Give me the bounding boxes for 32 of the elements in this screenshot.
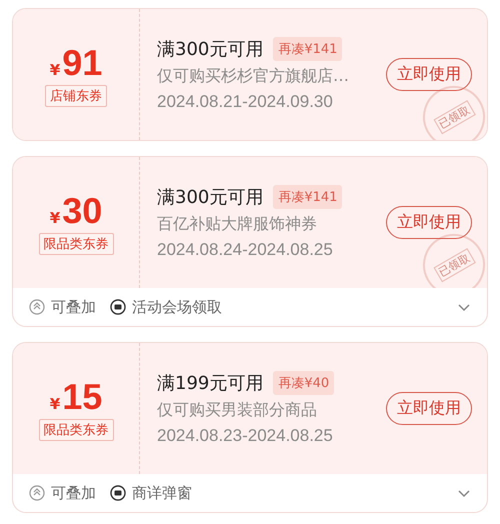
currency-symbol: ¥ bbox=[50, 394, 60, 412]
coupon-amount: 30 bbox=[62, 190, 102, 230]
footer-label: 活动会场领取 bbox=[132, 298, 222, 316]
currency-symbol: ¥ bbox=[50, 60, 60, 78]
ticket-icon bbox=[110, 299, 126, 315]
validity-period: 2024.08.23-2024.08.25 bbox=[157, 426, 334, 446]
use-now-button[interactable]: 立即使用 bbox=[386, 58, 472, 91]
coupon-amount: 15 bbox=[62, 376, 102, 416]
ticket-icon bbox=[110, 485, 126, 501]
coupon-description: 仅可购买男装部分商品 bbox=[157, 400, 318, 421]
coupon-description: 仅可购买杉杉官方旗舰店… bbox=[157, 66, 350, 87]
coupon-condition: 满199元可用 bbox=[157, 372, 264, 395]
validity-period: 2024.08.24-2024.08.25 bbox=[157, 240, 334, 260]
currency-symbol: ¥ bbox=[50, 208, 60, 226]
footer-label: 商详弹窗 bbox=[132, 484, 192, 502]
shortfall-tag: 再凑¥141 bbox=[273, 185, 342, 209]
validity-period: 2024.08.21-2024.09.30 bbox=[157, 92, 334, 112]
footer-label: 可叠加 bbox=[51, 484, 96, 502]
coupon-type-tag: 限品类东券 bbox=[38, 232, 114, 254]
coupon-type-tag: 限品类东券 bbox=[38, 418, 114, 440]
footer-label: 可叠加 bbox=[51, 298, 96, 316]
use-now-button[interactable]: 立即使用 bbox=[386, 392, 472, 425]
coupon-type-tag: 店铺东券 bbox=[45, 84, 107, 106]
stack-icon bbox=[29, 485, 45, 501]
coupon-condition: 满300元可用 bbox=[157, 186, 264, 209]
shortfall-tag: 再凑¥141 bbox=[273, 37, 342, 61]
shortfall-tag: 再凑¥40 bbox=[273, 371, 334, 395]
stack-icon bbox=[29, 299, 45, 315]
coupon-amount: 91 bbox=[62, 42, 102, 82]
coupon-description: 百亿补贴大牌服饰神券 bbox=[157, 214, 318, 235]
use-now-button[interactable]: 立即使用 bbox=[386, 206, 472, 239]
coupon-condition: 满300元可用 bbox=[157, 38, 264, 61]
